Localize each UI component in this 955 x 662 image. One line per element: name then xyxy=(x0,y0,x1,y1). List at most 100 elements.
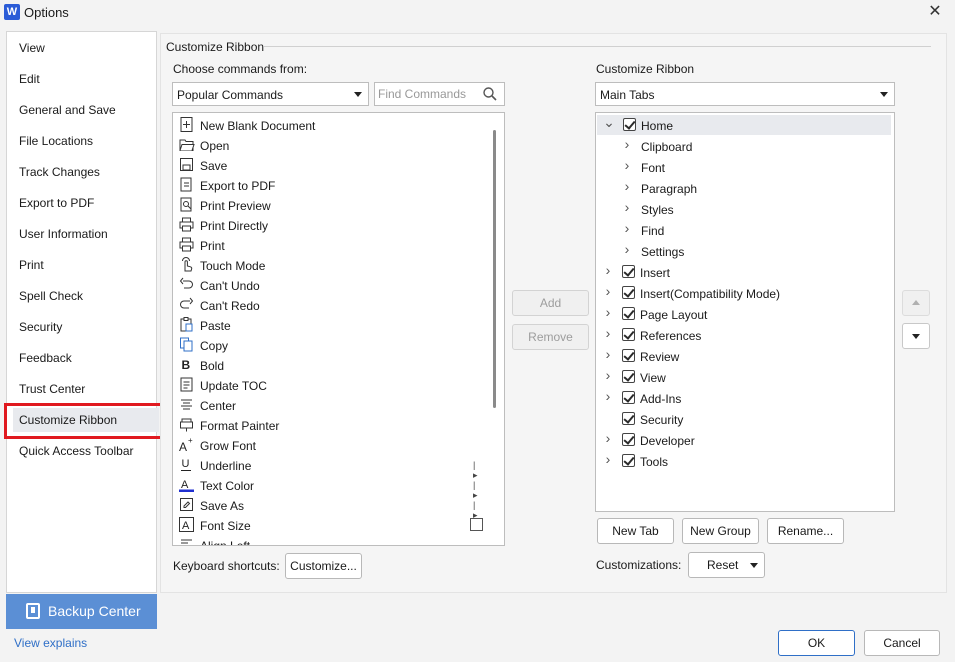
sidebar-item-feedback[interactable]: Feedback xyxy=(19,351,72,365)
tree-item-review[interactable]: › Review xyxy=(596,346,894,366)
tree-item-styles[interactable]: › Styles xyxy=(596,199,894,219)
sidebar-item-security[interactable]: Security xyxy=(19,320,62,334)
command-item[interactable]: Open xyxy=(178,136,478,154)
chevron-right-icon[interactable]: › xyxy=(621,178,633,194)
command-item[interactable]: Print xyxy=(178,236,478,254)
tree-item-page-layout[interactable]: › Page Layout xyxy=(596,304,894,324)
new-tab-button[interactable]: New Tab xyxy=(597,518,674,544)
command-item[interactable]: Center xyxy=(178,396,478,414)
command-item[interactable]: Copy xyxy=(178,336,478,354)
tree-item-view[interactable]: › View xyxy=(596,367,894,387)
chevron-right-icon[interactable]: › xyxy=(602,283,614,299)
tree-item-developer[interactable]: › Developer xyxy=(596,430,894,450)
tree-item-insert[interactable]: › Insert xyxy=(596,262,894,282)
command-item[interactable]: Update TOC xyxy=(178,376,478,394)
command-item[interactable]: Export to PDF xyxy=(178,176,478,194)
command-item[interactable]: B Bold xyxy=(178,356,478,374)
tree-item-references[interactable]: › References xyxy=(596,325,894,345)
sidebar-item-user-information[interactable]: User Information xyxy=(19,227,108,241)
chevron-right-icon[interactable]: › xyxy=(602,388,614,404)
command-item[interactable]: A Font Size xyxy=(178,516,483,534)
sidebar-item-file-locations[interactable]: File Locations xyxy=(19,134,93,148)
sidebar-item-general-and-save[interactable]: General and Save xyxy=(19,103,116,117)
command-item[interactable]: Save As |▸ xyxy=(178,496,478,520)
tree-item-clipboard[interactable]: › Clipboard xyxy=(596,136,894,156)
command-item[interactable]: Format Painter xyxy=(178,416,478,434)
chevron-right-icon[interactable]: › xyxy=(602,346,614,362)
command-item[interactable]: Paste xyxy=(178,316,478,334)
tab-checkbox[interactable] xyxy=(622,328,635,341)
chevron-right-icon[interactable]: › xyxy=(602,451,614,467)
add-button[interactable]: Add xyxy=(512,290,589,316)
view-explains-link[interactable]: View explains xyxy=(14,636,87,650)
chevron-right-icon[interactable]: › xyxy=(602,430,614,446)
tab-checkbox[interactable] xyxy=(622,391,635,404)
sidebar-item-view[interactable]: View xyxy=(19,41,45,55)
command-item[interactable]: A Text Color |▸ xyxy=(178,476,478,500)
sidebar-item-trust-center[interactable]: Trust Center xyxy=(19,382,85,396)
tree-item-font[interactable]: › Font xyxy=(596,157,894,177)
move-up-button[interactable] xyxy=(902,290,930,316)
new-group-button[interactable]: New Group xyxy=(682,518,759,544)
ribbon-tree[interactable]: ⌄ Home › Clipboard › Font › Paragraph › Styles › Fi… xyxy=(595,112,895,512)
chevron-right-icon[interactable]: › xyxy=(602,262,614,278)
command-item[interactable]: Save xyxy=(178,156,478,174)
tab-checkbox[interactable] xyxy=(622,349,635,362)
command-item[interactable]: Touch Mode xyxy=(178,256,478,274)
command-item[interactable]: New Blank Document xyxy=(178,116,478,134)
command-item[interactable]: Can't Undo xyxy=(178,276,478,294)
sidebar-item-edit[interactable]: Edit xyxy=(19,72,40,86)
tree-item-insert-compatibility-mode-[interactable]: › Insert(Compatibility Mode) xyxy=(596,283,894,303)
reset-dropdown-button[interactable]: Reset xyxy=(688,552,765,578)
commands-scrollbar[interactable] xyxy=(493,130,496,408)
chevron-right-icon[interactable]: › xyxy=(621,136,633,152)
cancel-button[interactable]: Cancel xyxy=(864,630,940,656)
customize-shortcuts-button[interactable]: Customize... xyxy=(285,553,362,579)
ribbon-tabs-dropdown[interactable]: Main Tabs xyxy=(595,82,895,106)
tab-checkbox[interactable] xyxy=(622,286,635,299)
find-commands-field[interactable] xyxy=(374,82,505,106)
tab-checkbox[interactable] xyxy=(622,454,635,467)
sidebar-item-export-to-pdf[interactable]: Export to PDF xyxy=(19,196,94,210)
tab-checkbox[interactable] xyxy=(622,265,635,278)
tree-item-paragraph[interactable]: › Paragraph xyxy=(596,178,894,198)
sidebar-item-track-changes[interactable]: Track Changes xyxy=(19,165,100,179)
tree-item-home[interactable]: ⌄ Home xyxy=(597,114,891,135)
tab-checkbox[interactable] xyxy=(622,412,635,425)
tree-item-tools[interactable]: › Tools xyxy=(596,451,894,471)
chevron-right-icon[interactable]: › xyxy=(621,241,633,257)
command-item[interactable]: Print Preview xyxy=(178,196,478,214)
commands-list[interactable]: New Blank Document Open Save Export to PDF P… xyxy=(172,112,505,546)
tree-item-add-ins[interactable]: › Add-Ins xyxy=(596,388,894,408)
chevron-right-icon[interactable]: › xyxy=(621,220,633,236)
tab-checkbox[interactable] xyxy=(622,307,635,320)
sidebar-item-spell-check[interactable]: Spell Check xyxy=(19,289,83,303)
tab-checkbox[interactable] xyxy=(622,433,635,446)
find-commands-input[interactable] xyxy=(378,86,482,102)
tree-item-security[interactable]: Security xyxy=(596,409,894,429)
ok-button[interactable]: OK xyxy=(778,630,855,656)
command-item[interactable]: U Underline |▸ xyxy=(178,456,478,480)
search-icon[interactable] xyxy=(482,86,498,102)
remove-button[interactable]: Remove xyxy=(512,324,589,350)
close-icon[interactable]: ✕ xyxy=(925,2,945,22)
chevron-right-icon[interactable]: › xyxy=(621,199,633,215)
tab-checkbox[interactable] xyxy=(623,118,636,131)
command-item[interactable]: Print Directly xyxy=(178,216,478,234)
chevron-right-icon[interactable]: › xyxy=(602,325,614,341)
sidebar-item-print[interactable]: Print xyxy=(19,258,44,272)
chevron-right-icon[interactable]: › xyxy=(602,367,614,383)
command-item[interactable]: A + Grow Font xyxy=(178,436,478,454)
chevron-down-icon[interactable]: ⌄ xyxy=(603,114,615,131)
tree-item-find[interactable]: › Find xyxy=(596,220,894,240)
move-down-button[interactable] xyxy=(902,323,930,349)
tree-item-settings[interactable]: › Settings xyxy=(596,241,894,261)
chevron-right-icon[interactable]: › xyxy=(621,157,633,173)
sidebar-item-quick-access-toolbar[interactable]: Quick Access Toolbar xyxy=(19,444,134,458)
chevron-right-icon[interactable]: › xyxy=(602,304,614,320)
tab-checkbox[interactable] xyxy=(622,370,635,383)
command-item[interactable]: Can't Redo xyxy=(178,296,478,314)
choose-commands-dropdown[interactable]: Popular Commands xyxy=(172,82,369,106)
rename-button[interactable]: Rename... xyxy=(767,518,844,544)
backup-center-button[interactable]: Backup Center xyxy=(6,594,157,629)
